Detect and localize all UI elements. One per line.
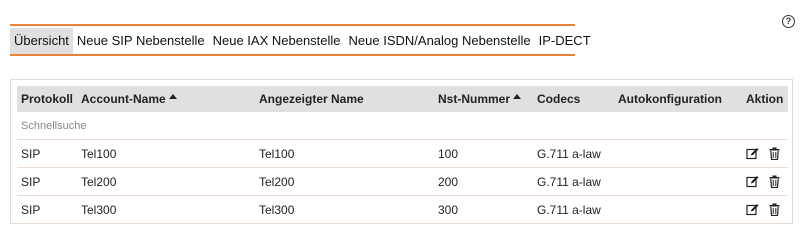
tab-ip-dect[interactable]: IP-DECT (535, 28, 595, 54)
table-row[interactable]: SIP Tel100 Tel100 100 G.711 a-law (17, 140, 788, 168)
cell-protokoll: SIP (21, 174, 41, 189)
cell-angezeigter-name: Tel300 (259, 202, 295, 217)
tab-overview[interactable]: Übersicht (10, 28, 73, 54)
help-icon[interactable]: ? (782, 15, 795, 28)
table-row[interactable]: SIP Tel300 Tel300 300 G.711 a-law (17, 196, 788, 224)
trash-icon[interactable] (769, 175, 780, 188)
col-header-codecs[interactable]: Codecs (537, 86, 580, 112)
row-actions (746, 140, 780, 167)
cell-protokoll: SIP (21, 146, 41, 161)
cell-account-name: Tel100 (81, 146, 117, 161)
col-header-angezeigter-name[interactable]: Angezeigter Name (259, 86, 364, 112)
trash-icon[interactable] (769, 147, 780, 160)
col-header-protokoll[interactable]: Protokoll (21, 86, 73, 112)
quick-search-row: Schnellsuche (17, 112, 788, 140)
edit-icon[interactable] (746, 147, 759, 160)
tab-bar: Übersicht Neue SIP Nebenstelle Neue IAX … (10, 24, 591, 56)
sort-asc-icon (513, 93, 522, 99)
col-header-autokonfiguration[interactable]: Autokonfiguration (618, 86, 722, 112)
cell-codecs: G.711 a-law (537, 174, 601, 189)
cell-nst-nummer: 200 (438, 174, 459, 189)
quick-search-input[interactable]: Schnellsuche (21, 112, 86, 139)
cell-angezeigter-name: Tel200 (259, 174, 295, 189)
cell-protokoll: SIP (21, 202, 41, 217)
cell-angezeigter-name: Tel100 (259, 146, 295, 161)
edit-icon[interactable] (746, 203, 759, 216)
cell-codecs: G.711 a-law (537, 146, 601, 161)
tab-new-isdn-analog-extension[interactable]: Neue ISDN/Analog Nebenstelle (345, 28, 535, 54)
extensions-panel: Protokoll Account-Name Angezeigter Name … (10, 79, 793, 224)
col-header-account-name[interactable]: Account-Name (81, 86, 177, 112)
cell-codecs: G.711 a-law (537, 202, 601, 217)
tab-new-sip-extension[interactable]: Neue SIP Nebenstelle (73, 28, 209, 54)
col-header-aktion: Aktion (746, 92, 784, 106)
col-header-nst-nummer[interactable]: Nst-Nummer (438, 86, 522, 112)
trash-icon[interactable] (769, 203, 780, 216)
row-actions (746, 196, 780, 223)
edit-icon[interactable] (746, 175, 759, 188)
table-header: Protokoll Account-Name Angezeigter Name … (17, 86, 788, 112)
cell-nst-nummer: 100 (438, 146, 459, 161)
extensions-table: Protokoll Account-Name Angezeigter Name … (17, 86, 788, 224)
cell-account-name: Tel300 (81, 202, 117, 217)
sort-asc-icon (168, 93, 177, 99)
table-row[interactable]: SIP Tel200 Tel200 200 G.711 a-law (17, 168, 788, 196)
tab-new-iax-extension[interactable]: Neue IAX Nebenstelle (209, 28, 345, 54)
cell-account-name: Tel200 (81, 174, 117, 189)
row-actions (746, 168, 780, 195)
cell-nst-nummer: 300 (438, 202, 459, 217)
